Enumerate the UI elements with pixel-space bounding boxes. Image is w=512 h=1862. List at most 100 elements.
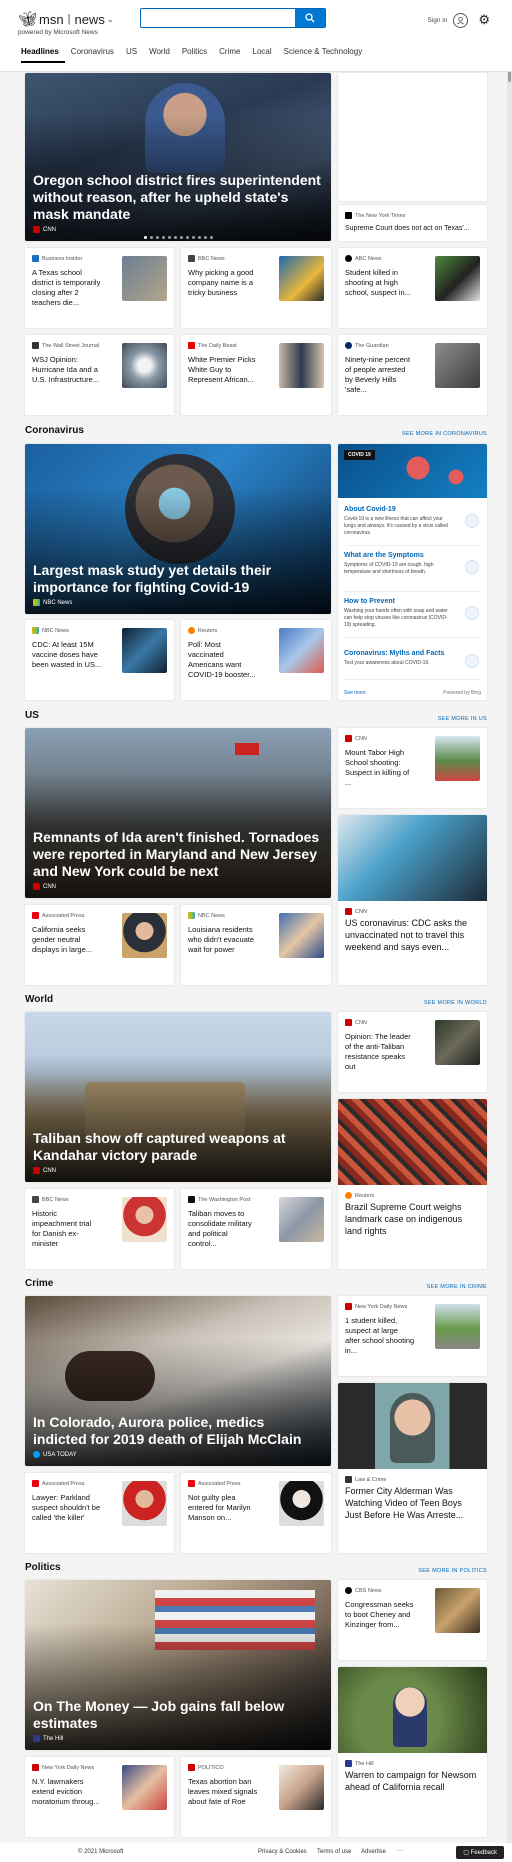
- article-title[interactable]: N.Y. lawmakers extend eviction moratoriu…: [32, 1777, 102, 1807]
- nav-tab-headlines[interactable]: Headlines: [21, 47, 65, 63]
- news-card[interactable]: Associated Press Not guilty plea entered…: [181, 1473, 331, 1553]
- section-title-crime[interactable]: Crime: [25, 1278, 53, 1289]
- news-card[interactable]: CBS News Congressman seeks to boot Chene…: [338, 1580, 487, 1660]
- article-title[interactable]: Congressman seeks to boot Cheney and Kin…: [345, 1600, 415, 1630]
- footer-privacy-link[interactable]: Privacy & Cookies: [258, 1849, 307, 1855]
- msn-news-logo[interactable]: 🦋︎ msn | news ⌄ powered by Microsoft New…: [18, 10, 114, 36]
- news-card[interactable]: NBC News CDC: At least 15M vaccine doses…: [25, 620, 174, 700]
- sign-in-link[interactable]: Sign in: [427, 17, 447, 24]
- article-title[interactable]: White Premier Picks White Guy to Represe…: [188, 355, 258, 385]
- news-card[interactable]: The Wall Street Journal WSJ Opinion: Hur…: [25, 335, 174, 415]
- covid-see-more-link[interactable]: See more: [344, 690, 366, 696]
- carousel-dot[interactable]: [143, 236, 147, 239]
- article-title[interactable]: Louisiana residents who didn't evacuate …: [188, 925, 258, 955]
- crime-hero-card[interactable]: In Colorado, Aurora police, medics indic…: [25, 1296, 331, 1466]
- article-title[interactable]: Mount Tabor High School shooting: Suspec…: [345, 748, 415, 788]
- carousel-dot[interactable]: [167, 236, 171, 239]
- user-avatar-icon[interactable]: [453, 12, 469, 28]
- hero-title[interactable]: Taliban show off captured weapons at Kan…: [33, 1130, 321, 1164]
- carousel-dot[interactable]: [179, 236, 183, 239]
- news-card[interactable]: Business Insider A Texas school district…: [25, 248, 174, 328]
- see-more-politics-link[interactable]: SEE MORE IN POLITICS: [418, 1568, 487, 1574]
- section-title-world[interactable]: World: [25, 994, 53, 1005]
- headline-side-card[interactable]: The New York Times Supreme Court does no…: [338, 205, 487, 241]
- carousel-dot[interactable]: [155, 236, 159, 239]
- section-title-coronavirus[interactable]: Coronavirus: [25, 425, 84, 436]
- search-input[interactable]: [141, 9, 295, 27]
- article-title[interactable]: Lawyer: Parkland suspect shouldn't be ca…: [32, 1493, 102, 1523]
- nav-tab-science-technology[interactable]: Science & Technology: [278, 47, 369, 63]
- article-title[interactable]: Poll: Most vaccinated Americans want COV…: [188, 640, 258, 680]
- article-title[interactable]: Taliban moves to consolidate military an…: [188, 1209, 258, 1249]
- covid-item-symptoms[interactable]: What are the Symptoms Symptoms of COVID-…: [344, 552, 481, 592]
- search-button[interactable]: [295, 9, 325, 27]
- hero-title[interactable]: On The Money — Job gains fall below esti…: [33, 1698, 321, 1732]
- news-card[interactable]: NBC News Louisiana residents who didn't …: [181, 905, 331, 985]
- see-more-crime-link[interactable]: SEE MORE IN CRIME: [427, 1284, 487, 1290]
- article-title[interactable]: Former City Alderman Was Watching Video …: [345, 1485, 480, 1521]
- see-more-us-link[interactable]: SEE MORE IN US: [438, 716, 487, 722]
- carousel-dot[interactable]: [185, 236, 189, 239]
- nav-tab-politics[interactable]: Politics: [176, 47, 213, 63]
- news-card[interactable]: The Guardian Ninety-nine percent of peop…: [338, 335, 487, 415]
- news-tall-card[interactable]: Reuters Brazil Supreme Court weighs land…: [338, 1099, 487, 1269]
- nav-tab-coronavirus[interactable]: Coronavirus: [65, 47, 120, 63]
- covid-item-title[interactable]: About Covid-19: [344, 506, 481, 513]
- news-tall-card[interactable]: Law & Crime Former City Alderman Was Wat…: [338, 1383, 487, 1553]
- article-title[interactable]: 1 student killed, suspect at large after…: [345, 1316, 415, 1356]
- footer-terms-link[interactable]: Terms of use: [317, 1849, 351, 1855]
- article-title[interactable]: WSJ Opinion: Hurricane Ida and a U.S. In…: [32, 355, 102, 385]
- news-card[interactable]: BBC News Why picking a good company name…: [181, 248, 331, 328]
- covid-item-myths[interactable]: Coronavirus: Myths and Facts Test your a…: [344, 650, 481, 680]
- news-card[interactable]: CNN Mount Tabor High School shooting: Su…: [338, 728, 487, 808]
- covid-item-prevent[interactable]: How to Prevent Washing your hands often …: [344, 598, 481, 638]
- politics-hero-card[interactable]: On The Money — Job gains fall below esti…: [25, 1580, 331, 1750]
- section-title-politics[interactable]: Politics: [25, 1562, 61, 1573]
- carousel-dot[interactable]: [161, 236, 165, 239]
- news-card[interactable]: New York Daily News N.Y. lawmakers exten…: [25, 1757, 174, 1837]
- article-title[interactable]: Historic impeachment trial for Danish ex…: [32, 1209, 102, 1249]
- nav-tab-us[interactable]: US: [120, 47, 143, 63]
- news-tall-card[interactable]: The Hill Warren to campaign for Newsom a…: [338, 1667, 487, 1837]
- article-title[interactable]: A Texas school district is temporarily c…: [32, 268, 102, 308]
- news-card[interactable]: Associated Press California seeks gender…: [25, 905, 174, 985]
- see-more-world-link[interactable]: SEE MORE IN WORLD: [424, 1000, 487, 1006]
- news-tall-card[interactable]: CNN US coronavirus: CDC asks the unvacci…: [338, 815, 487, 985]
- world-hero-card[interactable]: Taliban show off captured weapons at Kan…: [25, 1012, 331, 1182]
- article-title[interactable]: California seeks gender neutral displays…: [32, 925, 102, 955]
- carousel-dot[interactable]: [191, 236, 195, 239]
- us-hero-card[interactable]: Remnants of Ida aren't finished. Tornado…: [25, 728, 331, 898]
- carousel-dot[interactable]: [173, 236, 177, 239]
- hero-title[interactable]: Largest mask study yet details their imp…: [33, 562, 321, 596]
- article-title[interactable]: Texas abortion ban leaves mixed signals …: [188, 1777, 258, 1807]
- covid-item-title[interactable]: How to Prevent: [344, 598, 481, 605]
- see-more-coronavirus-link[interactable]: SEE MORE IN CORONAVIRUS: [402, 431, 487, 437]
- article-title[interactable]: US coronavirus: CDC asks the unvaccinate…: [345, 917, 480, 953]
- nav-tab-crime[interactable]: Crime: [213, 47, 246, 63]
- hero-title[interactable]: Remnants of Ida aren't finished. Tornado…: [33, 829, 321, 880]
- news-card[interactable]: The Daily Beast White Premier Picks Whit…: [181, 335, 331, 415]
- page-scrollbar[interactable]: [507, 0, 512, 1862]
- hero-title[interactable]: In Colorado, Aurora police, medics indic…: [33, 1414, 321, 1448]
- news-card[interactable]: CNN Opinion: The leader of the anti-Tali…: [338, 1012, 487, 1092]
- coronavirus-hero-card[interactable]: Largest mask study yet details their imp…: [25, 444, 331, 614]
- news-card[interactable]: Reuters Poll: Most vaccinated Americans …: [181, 620, 331, 700]
- carousel-dots[interactable]: [25, 236, 331, 239]
- article-title[interactable]: Warren to campaign for Newsom ahead of C…: [345, 1769, 480, 1793]
- news-card[interactable]: BBC News Historic impeachment trial for …: [25, 1189, 174, 1269]
- news-card[interactable]: Associated Press Lawyer: Parkland suspec…: [25, 1473, 174, 1553]
- feedback-button[interactable]: ▢︎ Feedback: [456, 1846, 504, 1859]
- article-title[interactable]: Not guilty plea entered for Marilyn Mans…: [188, 1493, 258, 1523]
- news-card[interactable]: ABC News Student killed in shooting at h…: [338, 248, 487, 328]
- article-title[interactable]: Ninety-nine percent of people arrested b…: [345, 355, 415, 395]
- carousel-dot[interactable]: [203, 236, 207, 239]
- news-card[interactable]: The Washington Post Taliban moves to con…: [181, 1189, 331, 1269]
- footer-advertise-link[interactable]: Advertise: [361, 1849, 386, 1855]
- article-title[interactable]: Brazil Supreme Court weighs landmark cas…: [345, 1201, 480, 1237]
- covid-item-title[interactable]: Coronavirus: Myths and Facts: [344, 650, 481, 657]
- article-title[interactable]: Supreme Court does not act on Texas'...: [345, 225, 470, 232]
- news-card[interactable]: New York Daily News 1 student killed, su…: [338, 1296, 487, 1376]
- footer-more-icon[interactable]: ···: [397, 1848, 403, 1854]
- nav-tab-world[interactable]: World: [143, 47, 176, 63]
- headline-hero-card[interactable]: Oregon school district fires superintend…: [25, 73, 331, 241]
